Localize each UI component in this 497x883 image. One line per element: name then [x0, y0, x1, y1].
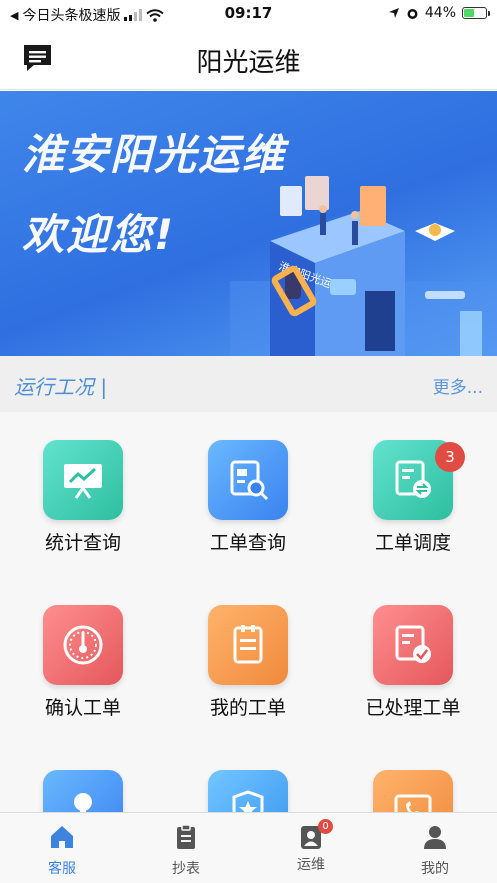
grid-item-work-order-query[interactable]: 工单查询 — [178, 440, 318, 555]
document-check-icon — [373, 605, 453, 685]
location-icon — [388, 8, 399, 18]
grid-label: 工单调度 — [374, 532, 451, 554]
document-search-icon — [208, 440, 288, 520]
clipboard-icon — [208, 605, 288, 685]
notification-badge: 0 — [318, 819, 333, 834]
grid-label: 我的工单 — [209, 697, 286, 719]
tab-label: 客服 — [48, 861, 76, 877]
tab-customer-service[interactable]: 客服 — [0, 813, 124, 883]
more-link[interactable]: 更多... — [433, 373, 483, 398]
nav-bar: 阳光运维 — [0, 28, 497, 90]
tab-meter-reading[interactable]: 抄表 — [124, 813, 248, 883]
gauge-icon — [43, 605, 123, 685]
user-badge-icon: 0 — [297, 819, 333, 851]
page-title: 阳光运维 — [196, 48, 301, 78]
home-icon — [51, 826, 73, 848]
clipboard-icon — [177, 824, 195, 849]
battery-icon — [462, 7, 490, 19]
tab-mine[interactable]: 我的 — [373, 813, 497, 883]
chart-board-icon — [43, 440, 123, 520]
status-bar: ◀ 今日头条极速版 09:17 44% — [0, 0, 497, 28]
grid-label: 统计查询 — [44, 532, 121, 554]
grid-item-processed-orders[interactable]: 已处理工单 — [343, 605, 483, 720]
banner-welcome: 欢迎您! — [22, 210, 176, 259]
battery-percent: 44% — [424, 5, 456, 21]
welcome-banner[interactable]: 淮安阳光运维 欢迎您! 淮安阳光运维 — [0, 91, 497, 356]
tab-bar: 客服 抄表 0 运维 我的 — [0, 812, 497, 883]
person-icon — [424, 826, 446, 849]
grid-label: 已处理工单 — [365, 697, 461, 719]
notification-badge: 3 — [435, 442, 465, 472]
tab-label: 我的 — [421, 861, 449, 877]
isometric-building-illustration: 淮安阳光运维 — [230, 176, 497, 356]
grid-item-confirm-order[interactable]: 确认工单 — [13, 605, 153, 720]
section-title: 运行工况 | — [14, 375, 108, 399]
alarm-icon — [407, 8, 418, 19]
tab-operations[interactable]: 0 运维 — [249, 813, 373, 883]
grid-label: 确认工单 — [44, 697, 121, 719]
grid-item-statistics[interactable]: 统计查询 — [13, 440, 153, 555]
tab-label: 运维 — [297, 857, 325, 873]
grid-item-my-orders[interactable]: 我的工单 — [178, 605, 318, 720]
grid-item-work-order-dispatch[interactable]: 3 工单调度 — [343, 440, 483, 555]
tab-label: 抄表 — [172, 861, 200, 877]
section-header: 运行工况 | 更多... — [0, 356, 497, 412]
grid-label: 工单查询 — [209, 532, 286, 554]
document-swap-icon: 3 — [373, 440, 465, 520]
